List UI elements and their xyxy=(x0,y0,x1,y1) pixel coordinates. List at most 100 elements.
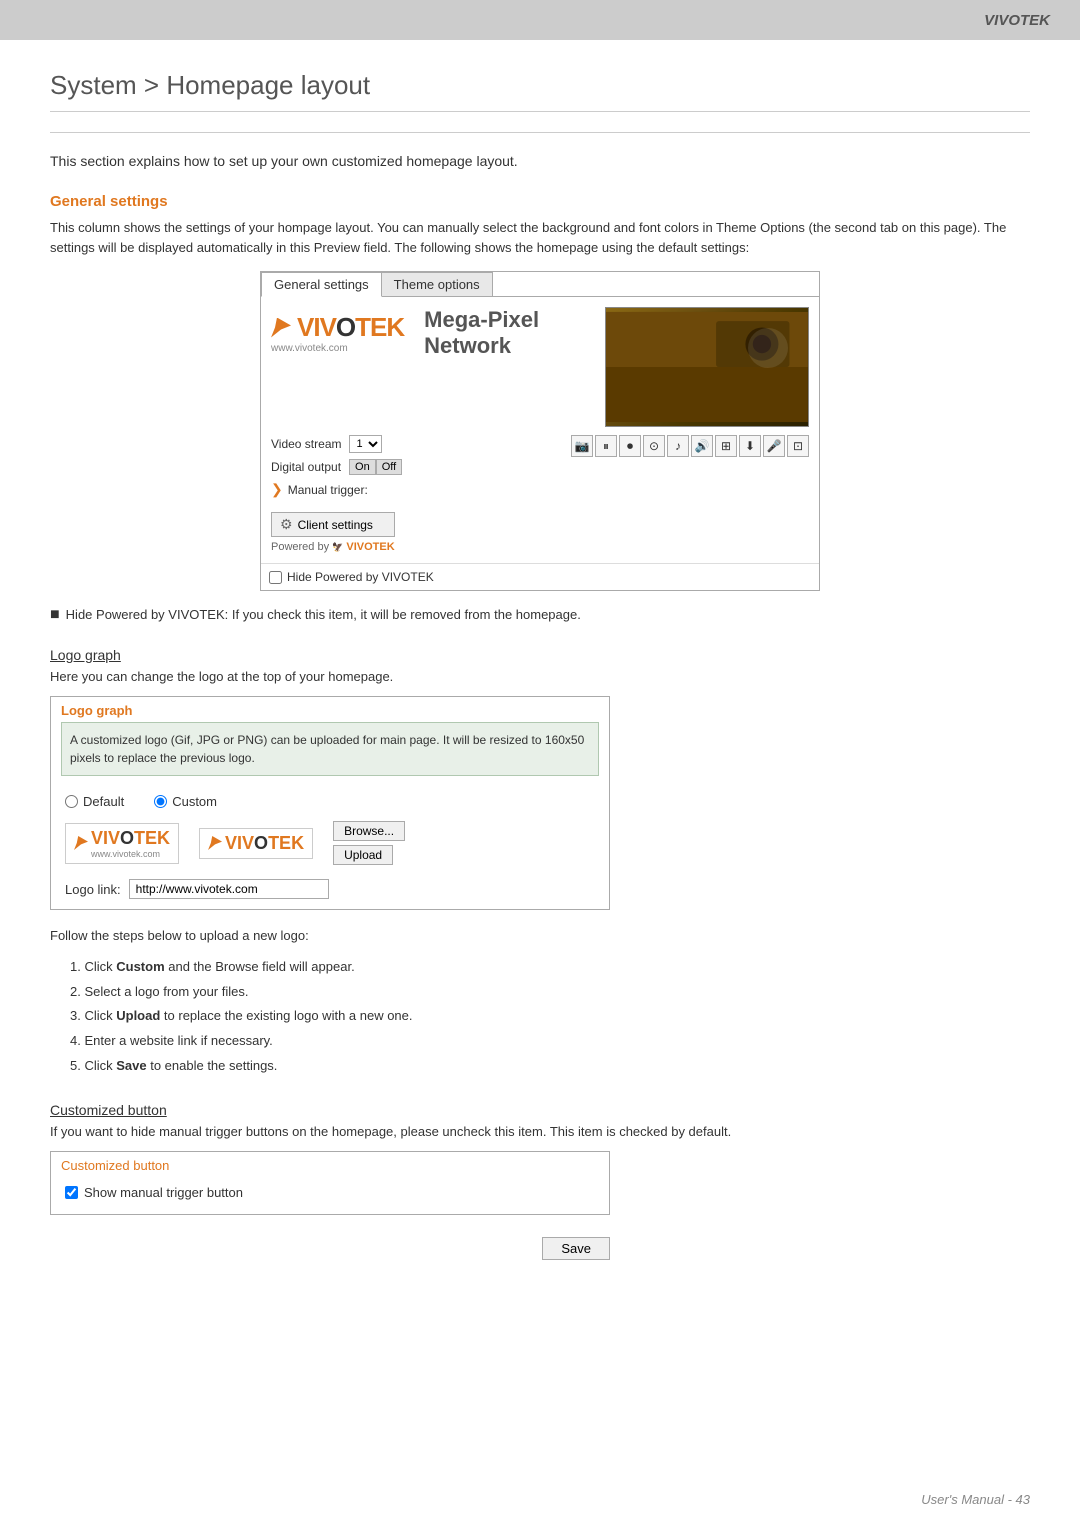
icon-expand[interactable]: ⊡ xyxy=(787,435,809,457)
manual-trigger-label: Manual trigger: xyxy=(288,483,368,497)
logo-text: VIVOTEK xyxy=(271,312,404,343)
vivotek-banner: VIVOTEK www.vivotek.com Mega-Pixel Netwo… xyxy=(271,307,605,359)
logo-panel-title: Logo graph xyxy=(51,697,609,722)
custom-logo-display: VIVOTEK xyxy=(225,833,304,854)
logo-bird-icon xyxy=(271,318,291,338)
default-radio-label[interactable]: Default xyxy=(65,794,124,809)
step-5: 5. Click Save to enable the settings. xyxy=(50,1054,1030,1079)
general-settings-desc: This column shows the settings of your h… xyxy=(50,218,1030,257)
powered-brand: VIVOTEK xyxy=(346,541,394,553)
custom-radio-label[interactable]: Custom xyxy=(154,794,217,809)
logo-options-row: Default Custom xyxy=(51,786,609,817)
custom-logo-box: VIVOTEK xyxy=(199,828,313,859)
logo-panel: Logo graph A customized logo (Gif, JPG o… xyxy=(50,696,610,910)
save-row: Save xyxy=(50,1231,610,1266)
show-manual-trigger-checkbox[interactable] xyxy=(65,1186,78,1199)
logo-link-label: Logo link: xyxy=(65,882,121,897)
tab-theme-options[interactable]: Theme options xyxy=(381,272,493,296)
customized-button-panel: Customized button Show manual trigger bu… xyxy=(50,1151,610,1215)
logo-url: www.vivotek.com xyxy=(271,343,348,354)
logo-brand: VIVOTEK xyxy=(297,312,404,343)
video-stream-label: Video stream xyxy=(271,437,341,451)
icon-fullscreen[interactable]: ⊞ xyxy=(715,435,737,457)
default-label: Default xyxy=(83,794,124,809)
on-off-buttons: On Off xyxy=(349,459,402,475)
note-bullet: ■ xyxy=(50,607,60,623)
brand-label: VIVOTEK xyxy=(984,12,1050,29)
client-settings-btn[interactable]: ⚙ Client settings xyxy=(271,512,395,537)
steps-intro: Follow the steps below to upload a new l… xyxy=(50,928,1030,943)
main-content: System > Homepage layout This section ex… xyxy=(0,40,1080,1326)
preview-controls: Video stream 1 Digital output On Off ❯ xyxy=(271,435,402,498)
icon-record[interactable]: ⏺ xyxy=(619,435,641,457)
step-3: 3. Click Upload to replace the existing … xyxy=(50,1004,1030,1029)
customized-button-desc: If you want to hide manual trigger butto… xyxy=(50,1124,1030,1139)
logo-graph-heading: Logo graph xyxy=(50,647,1030,663)
preview-tabs: General settings Theme options xyxy=(261,272,819,297)
powered-by: Powered by 🦅 VIVOTEK xyxy=(271,541,395,553)
hide-powered-label: Hide Powered by VIVOTEK xyxy=(287,570,434,584)
logo-panel-info: A customized logo (Gif, JPG or PNG) can … xyxy=(61,722,599,776)
icon-mic[interactable]: 🎤 xyxy=(763,435,785,457)
step-1: 1. Click Custom and the Browse field wil… xyxy=(50,955,1030,980)
control-icons: 📷 ⏸ ⏺ ⊙ ♪ 🔊 ⊞ ⬇ 🎤 ⊡ xyxy=(571,435,809,457)
hide-powered-row: Hide Powered by VIVOTEK xyxy=(261,563,819,590)
icon-pause[interactable]: ⏸ xyxy=(595,435,617,457)
digital-output-row: Digital output On Off xyxy=(271,459,402,475)
icon-download[interactable]: ⬇ xyxy=(739,435,761,457)
logo-graph-desc: Here you can change the logo at the top … xyxy=(50,669,1030,684)
icon-settings2[interactable]: ⊙ xyxy=(643,435,665,457)
logo-upload-area: Browse... Upload xyxy=(333,821,405,865)
upload-button[interactable]: Upload xyxy=(333,845,393,865)
customized-button-heading: Customized button xyxy=(50,1102,1030,1118)
step-2: 2. Select a logo from your files. xyxy=(50,980,1030,1005)
icon-camera[interactable]: 📷 xyxy=(571,435,593,457)
customized-button-body: Show manual trigger button xyxy=(51,1179,609,1214)
logo-images-row: VIVOTEK www.vivotek.com VIVOTEK Browse..… xyxy=(51,817,609,875)
preview-body: VIVOTEK www.vivotek.com Mega-Pixel Netwo… xyxy=(261,297,819,563)
default-logo-url: www.vivotek.com xyxy=(91,849,170,859)
logo-link-row: Logo link: xyxy=(51,875,609,909)
video-stream-select[interactable]: 1 xyxy=(349,435,382,453)
client-settings-label: Client settings xyxy=(298,518,373,532)
logo-link-input[interactable] xyxy=(129,879,329,899)
top-bar: VIVOTEK xyxy=(0,0,1080,40)
note-content: Hide Powered by VIVOTEK: If you check th… xyxy=(66,607,581,622)
vivotek-logo: VIVOTEK www.vivotek.com xyxy=(271,312,404,354)
intro-text: This section explains how to set up your… xyxy=(50,153,1030,169)
steps-list: 1. Click Custom and the Browse field wil… xyxy=(50,955,1030,1078)
btn-off[interactable]: Off xyxy=(376,459,402,475)
powered-logo: 🦅 VIVOTEK xyxy=(332,541,395,553)
video-stream-row: Video stream 1 xyxy=(271,435,402,453)
gear-icon: ⚙ xyxy=(280,516,293,533)
default-logo-box: VIVOTEK www.vivotek.com xyxy=(65,823,179,864)
icon-audio[interactable]: ♪ xyxy=(667,435,689,457)
tab-general-settings[interactable]: General settings xyxy=(261,272,382,297)
show-manual-trigger-text: Show manual trigger button xyxy=(84,1185,243,1200)
custom-label: Custom xyxy=(172,794,217,809)
hide-powered-checkbox[interactable] xyxy=(269,571,282,584)
custom-radio[interactable] xyxy=(154,795,167,808)
icon-volume[interactable]: 🔊 xyxy=(691,435,713,457)
preview-bottom: ⚙ Client settings Powered by 🦅 VIVOTEK xyxy=(271,512,809,553)
preview-panel: General settings Theme options VIVOTEK w… xyxy=(260,271,820,591)
note-text: ■ Hide Powered by VIVOTEK: If you check … xyxy=(50,607,1030,623)
default-logo-bird-icon xyxy=(74,836,88,850)
customized-button-panel-title: Customized button xyxy=(51,1152,609,1179)
mega-pixel-text: Mega-Pixel Network xyxy=(424,307,605,359)
default-logo-display: VIVOTEK www.vivotek.com xyxy=(91,828,170,859)
arrow-icon: ❯ xyxy=(271,481,283,498)
general-settings-heading: General settings xyxy=(50,193,1030,210)
digital-output-label: Digital output xyxy=(271,460,341,474)
btn-on[interactable]: On xyxy=(349,459,376,475)
custom-logo-bird-icon xyxy=(208,836,222,850)
page-title: System > Homepage layout xyxy=(50,70,1030,112)
manual-trigger-row: ❯ Manual trigger: xyxy=(271,481,402,498)
default-radio[interactable] xyxy=(65,795,78,808)
page-footer: User's Manual - 43 xyxy=(921,1492,1030,1507)
powered-by-text: Powered by xyxy=(271,541,329,553)
show-manual-trigger-label[interactable]: Show manual trigger button xyxy=(65,1185,595,1200)
save-button[interactable]: Save xyxy=(542,1237,610,1260)
step-4: 4. Enter a website link if necessary. xyxy=(50,1029,1030,1054)
browse-button[interactable]: Browse... xyxy=(333,821,405,841)
